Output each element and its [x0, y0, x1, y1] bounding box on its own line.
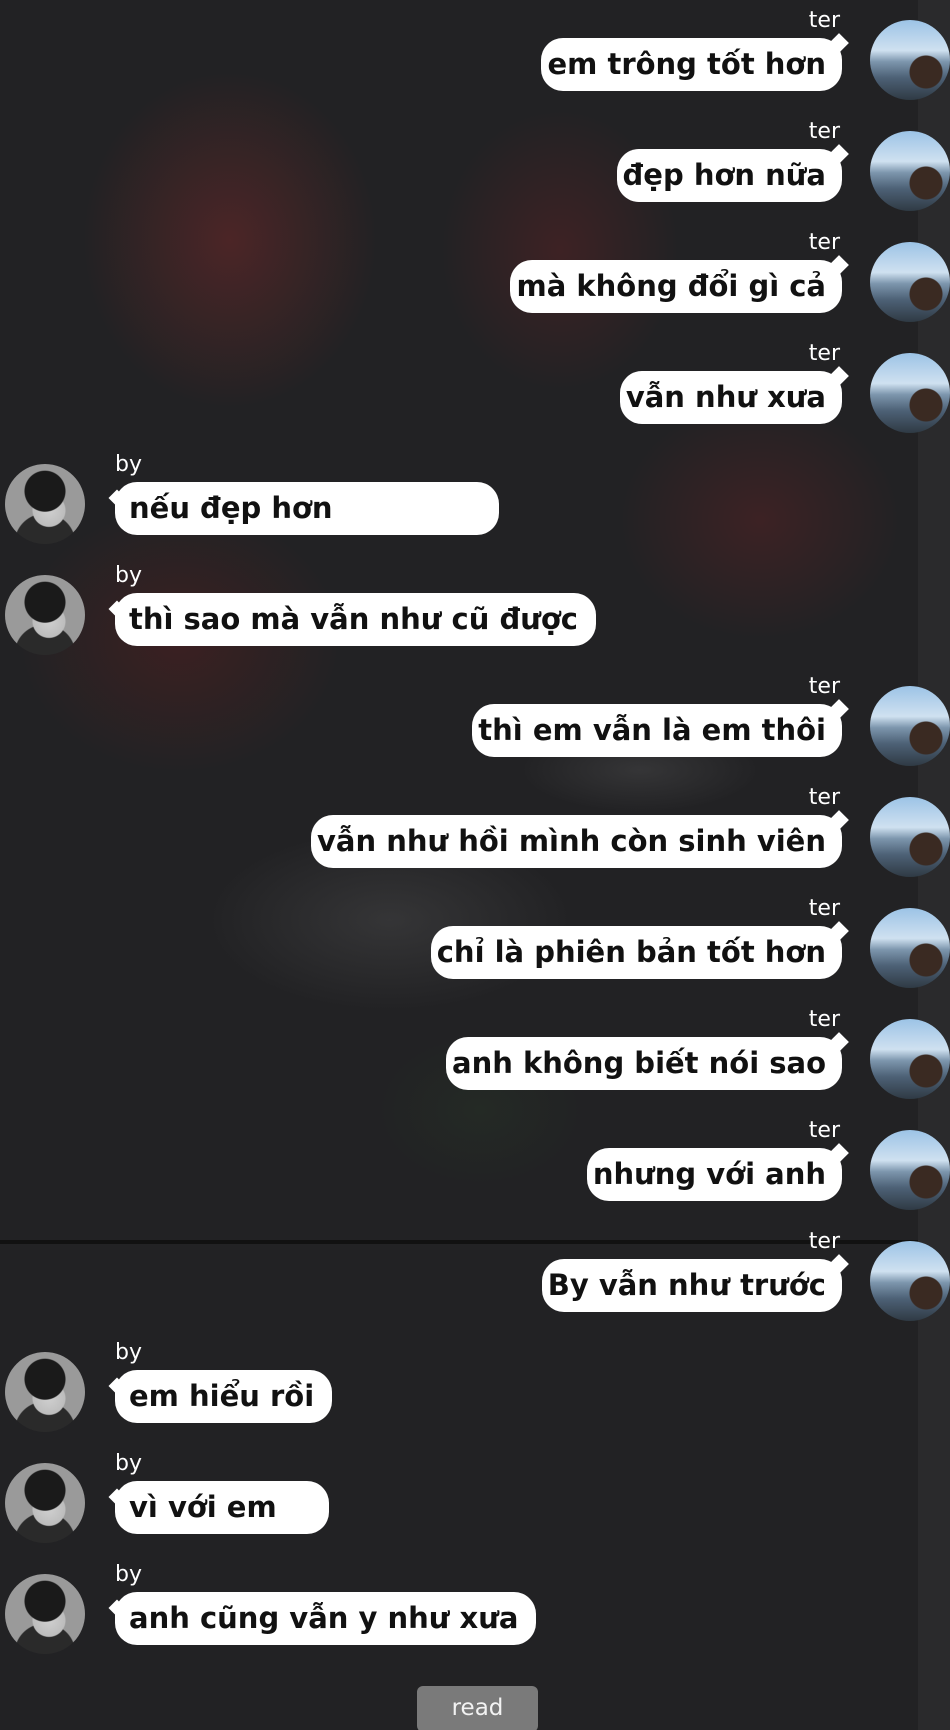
sender-name: ter	[808, 230, 840, 255]
message-bubble[interactable]: thì sao mà vẫn như cũ được	[115, 593, 596, 646]
message-bubble[interactable]: mà không đổi gì cả	[510, 260, 842, 313]
message-row: by thì sao mà vẫn như cũ được	[0, 555, 950, 655]
sender-avatar[interactable]	[5, 1463, 85, 1543]
sender-name: ter	[808, 8, 840, 33]
sender-avatar[interactable]	[870, 1130, 950, 1210]
sender-name: ter	[808, 1007, 840, 1032]
sender-name: by	[115, 1562, 142, 1587]
message-bubble[interactable]: nhưng với anh	[586, 1148, 842, 1201]
sender-avatar[interactable]	[870, 20, 950, 100]
sender-avatar[interactable]	[5, 1574, 85, 1654]
message-bubble[interactable]: nếu đẹp hơn	[115, 482, 499, 535]
message-row: by anh cũng vẫn y như xưa	[0, 1554, 950, 1654]
message-bubble[interactable]: thì em vẫn là em thôi	[472, 704, 842, 757]
message-bubble[interactable]: vẫn như xưa	[619, 371, 842, 424]
message-row: by em hiểu rồi	[0, 1332, 950, 1432]
sender-name: ter	[808, 896, 840, 921]
sender-avatar[interactable]	[870, 131, 950, 211]
sender-name: by	[115, 452, 142, 477]
message-row: by nếu đẹp hơn	[0, 444, 950, 544]
message-row: ter chỉ là phiên bản tốt hơn	[0, 888, 950, 988]
sender-name: by	[115, 563, 142, 588]
sender-avatar[interactable]	[5, 464, 85, 544]
sender-name: ter	[808, 341, 840, 366]
chat-screen: ter em trông tốt hơn ter đẹp hơn nữa ter…	[0, 0, 950, 1730]
sender-avatar[interactable]	[870, 686, 950, 766]
sender-avatar[interactable]	[870, 1019, 950, 1099]
message-bubble[interactable]: em trông tốt hơn	[541, 38, 842, 91]
sender-avatar[interactable]	[5, 575, 85, 655]
message-bubble[interactable]: em hiểu rồi	[115, 1370, 333, 1423]
sender-avatar[interactable]	[870, 797, 950, 877]
sender-avatar[interactable]	[870, 242, 950, 322]
sender-avatar[interactable]	[870, 908, 950, 988]
message-row: ter thì em vẫn là em thôi	[0, 666, 950, 766]
sender-name: ter	[808, 119, 840, 144]
read-button[interactable]: read	[417, 1686, 538, 1730]
message-row: ter mà không đổi gì cả	[0, 222, 950, 322]
message-bubble[interactable]: anh không biết nói sao	[446, 1037, 842, 1090]
message-row: ter nhưng với anh	[0, 1110, 950, 1210]
sender-name: ter	[808, 1229, 840, 1254]
sender-name: ter	[808, 674, 840, 699]
message-row: ter em trông tốt hơn	[0, 0, 950, 100]
sender-name: by	[115, 1451, 142, 1476]
sender-avatar[interactable]	[870, 1241, 950, 1321]
message-bubble[interactable]: anh cũng vẫn y như xưa	[115, 1592, 537, 1645]
message-row: ter anh không biết nói sao	[0, 999, 950, 1099]
message-bubble[interactable]: vẫn như hồi mình còn sinh viên	[310, 815, 842, 868]
sender-name: by	[115, 1340, 142, 1365]
message-row: ter vẫn như hồi mình còn sinh viên	[0, 777, 950, 877]
sender-name: ter	[808, 785, 840, 810]
message-bubble[interactable]: By vẫn như trước	[541, 1259, 842, 1312]
message-row: ter đẹp hơn nữa	[0, 111, 950, 211]
message-row: by vì với em	[0, 1443, 950, 1543]
message-bubble[interactable]: chỉ là phiên bản tốt hơn	[430, 926, 842, 979]
sender-avatar[interactable]	[5, 1352, 85, 1432]
message-row: ter vẫn như xưa	[0, 333, 950, 433]
message-row: ter By vẫn như trước	[0, 1221, 950, 1321]
message-bubble[interactable]: vì với em	[115, 1481, 329, 1534]
message-bubble[interactable]: đẹp hơn nữa	[616, 149, 842, 202]
sender-avatar[interactable]	[870, 353, 950, 433]
sender-name: ter	[808, 1118, 840, 1143]
